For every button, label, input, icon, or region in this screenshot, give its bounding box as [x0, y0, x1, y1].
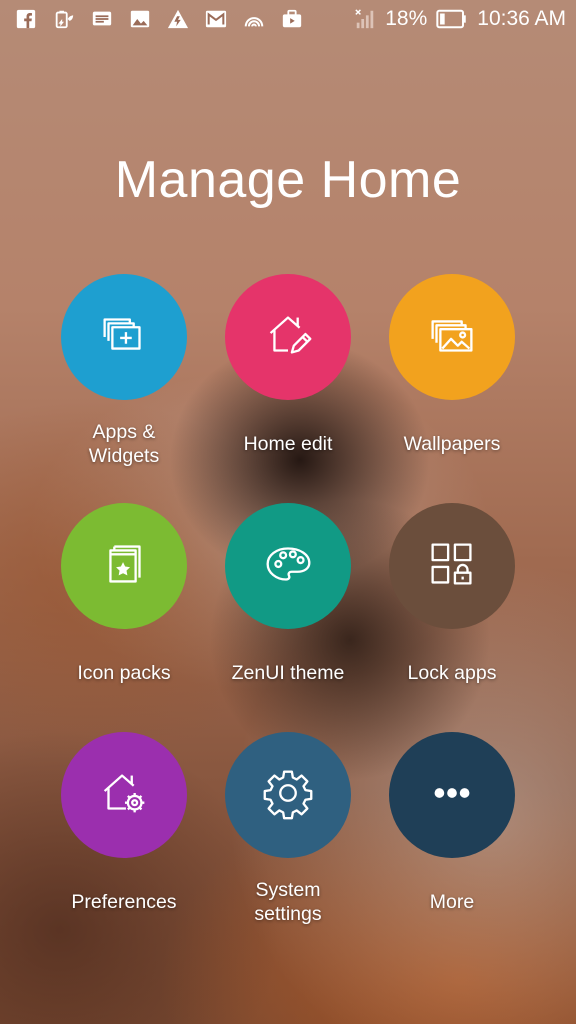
preferences-label: Preferences — [71, 891, 177, 913]
page-title: Manage Home — [114, 151, 462, 209]
zenui-theme-label: ZenUI theme — [231, 662, 345, 684]
preferences-tile[interactable]: Preferences — [42, 732, 206, 961]
wallpapers-icon — [421, 304, 483, 371]
apps-widgets-tile[interactable]: Apps & Widgets — [42, 274, 206, 503]
battery-icon — [435, 7, 469, 31]
lock-apps-label: Lock apps — [407, 662, 497, 684]
icon-packs-tile[interactable]: Icon packs — [42, 503, 206, 732]
manage-home-grid: Apps & Widgets Home edit Wallpapers Icon… — [42, 274, 534, 961]
more-label: More — [429, 891, 475, 913]
palette-icon — [257, 533, 319, 600]
image-icon — [128, 7, 152, 31]
signal-icon — [353, 7, 377, 31]
system-settings-button[interactable] — [225, 732, 351, 858]
home-edit-tile[interactable]: Home edit — [206, 274, 370, 503]
system-settings-tile[interactable]: System settings — [206, 732, 370, 961]
gmail-icon — [204, 7, 228, 31]
system-status: 18% 10:36 AM — [353, 7, 566, 31]
icon-packs-label: Icon packs — [77, 662, 171, 684]
message-icon — [90, 7, 114, 31]
wallpapers-tile[interactable]: Wallpapers — [370, 274, 534, 503]
status-bar: 18% 10:36 AM — [0, 0, 576, 38]
clock: 10:36 AM — [477, 7, 566, 30]
lock-apps-tile[interactable]: Lock apps — [370, 503, 534, 732]
more-tile[interactable]: More — [370, 732, 534, 961]
home-edit-icon — [257, 304, 319, 371]
apps-widgets-icon — [93, 304, 155, 371]
network-alert-icon — [166, 7, 190, 31]
briefcase-icon — [280, 7, 304, 31]
apps-widgets-label: Apps & Widgets — [88, 421, 160, 467]
wallpapers-label: Wallpapers — [403, 433, 501, 455]
icon-packs-icon — [93, 533, 155, 600]
preferences-icon — [93, 762, 155, 829]
battery-percent: 18% — [385, 7, 428, 30]
home-edit-button[interactable] — [225, 274, 351, 400]
zenui-theme-tile[interactable]: ZenUI theme — [206, 503, 370, 732]
gear-icon — [257, 762, 319, 829]
lock-apps-icon — [421, 533, 483, 600]
icon-packs-button[interactable] — [61, 503, 187, 629]
lock-apps-button[interactable] — [389, 503, 515, 629]
apps-widgets-button[interactable] — [61, 274, 187, 400]
home-edit-label: Home edit — [243, 433, 333, 455]
facebook-icon — [14, 7, 38, 31]
notification-icons — [14, 7, 304, 31]
more-icon — [421, 762, 483, 829]
zenui-theme-button[interactable] — [225, 503, 351, 629]
wireless-icon — [242, 7, 266, 31]
preferences-button[interactable] — [61, 732, 187, 858]
system-settings-label: System settings — [254, 879, 322, 925]
more-button[interactable] — [389, 732, 515, 858]
wallpapers-button[interactable] — [389, 274, 515, 400]
battery-saver-icon — [52, 7, 76, 31]
